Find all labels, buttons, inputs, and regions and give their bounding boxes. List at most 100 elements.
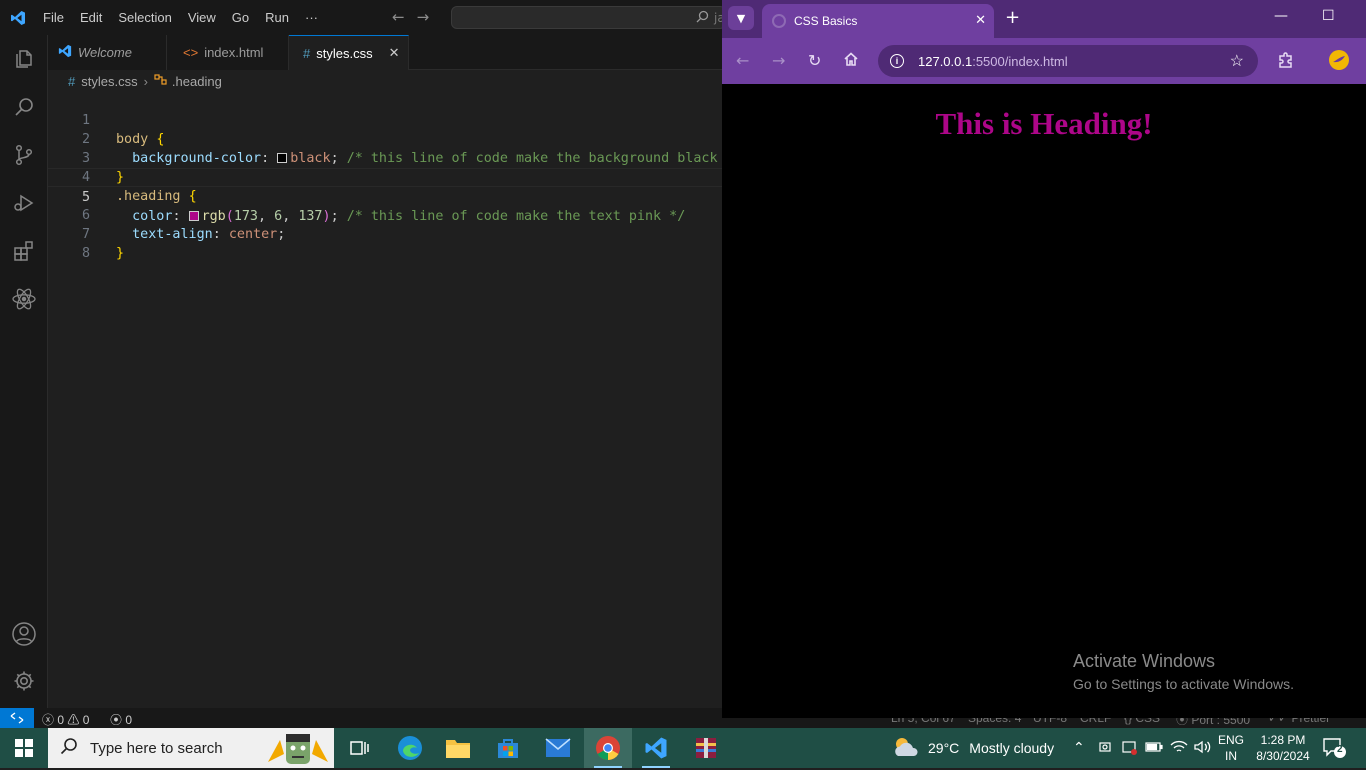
address-bar[interactable]: i 127.0.0.1:5500/index.html ☆ [878,45,1258,77]
search-icon[interactable] [0,83,48,131]
react-icon[interactable] [0,275,48,323]
extensions-puzzle-icon[interactable] [1277,51,1295,73]
mail-icon[interactable] [534,728,582,768]
chevron-right-icon: › [143,73,148,89]
menu-edit[interactable]: Edit [72,0,110,35]
show-hidden-icons-chevron-up-icon[interactable]: ⌃ [1073,740,1085,756]
vscode-taskbar-icon[interactable] [632,728,680,768]
remote-indicator-icon[interactable] [0,708,34,728]
minimize-icon[interactable]: — [1274,8,1288,24]
microsoft-store-icon[interactable] [484,728,532,768]
back-arrow-icon[interactable]: ← [392,8,405,26]
menu-selection[interactable]: Selection [110,0,179,35]
site-info-icon[interactable]: i [890,54,904,68]
warning-icon: ⚠ [67,713,80,727]
breadcrumb-symbol[interactable]: .heading [172,74,222,89]
forward-arrow-icon[interactable]: → [772,51,785,70]
code-line: 8 [48,225,722,261]
clock[interactable]: 1:28 PM 8/30/2024 [1255,732,1311,764]
search-placeholder: Type here to search [90,739,223,757]
forward-arrow-icon[interactable]: → [417,8,430,26]
edge-browser-icon[interactable] [386,728,434,768]
nav-arrows: ← → [392,8,429,26]
code-line: 2 background-color: black; /* this line … [48,111,742,166]
menu-file[interactable]: File [35,0,72,35]
antivirus-tray-icon[interactable] [1121,740,1139,760]
warning-count: 0 [82,713,90,727]
close-icon[interactable]: ✕ [389,45,400,61]
winrar-icon[interactable] [682,728,730,768]
menu-view[interactable]: View [180,0,224,35]
ports-indicator[interactable]: ⦿ 0 [110,711,132,728]
css-file-icon: # [303,45,311,61]
partly-cloudy-icon [892,736,920,761]
code-line: 7 } [48,206,722,261]
source-control-icon[interactable] [0,131,48,179]
breadcrumb: # styles.css › .heading [48,70,722,92]
code-line: 1 body { [48,92,722,147]
chrome-browser-icon[interactable] [584,728,632,768]
error-count: 0 [57,713,65,727]
home-icon[interactable] [843,51,859,71]
windows-start-icon[interactable] [0,728,48,768]
back-arrow-icon[interactable]: ← [736,51,749,70]
tab-label: styles.css [316,45,373,61]
notification-count: 2 [1337,744,1343,755]
ports-count: 0 [125,713,133,727]
wifi-icon[interactable] [1170,740,1188,758]
tab-search-chevron-down-icon[interactable]: ▼ [728,6,754,30]
weather-text: Mostly cloudy [969,740,1055,756]
brace: } [116,246,125,261]
extensions-icon[interactable] [0,227,48,275]
code-line: 6 text-align: center; [48,187,722,242]
problems-indicator[interactable]: ⓧ 0 ⚠ 0 [42,711,89,728]
battery-icon[interactable] [1145,740,1163,758]
tab-index-html[interactable]: <> index.html [167,35,289,70]
tab-welcome[interactable]: Welcome [48,35,167,70]
symbol-class-icon [154,73,168,89]
task-view-icon[interactable] [336,728,384,768]
bookmark-star-icon[interactable]: ☆ [1230,51,1244,71]
notifications-icon[interactable]: 2 [1322,737,1346,763]
file-explorer-icon[interactable] [434,728,482,768]
broadcast-icon: ⦿ [110,713,123,727]
html-file-icon: <> [183,45,199,60]
volume-icon[interactable] [1193,740,1211,758]
profile-avatar[interactable] [1328,49,1350,75]
menu-run[interactable]: Run [257,0,297,35]
tab-label: index.html [204,45,264,60]
vscode-titlebar: File Edit Selection View Go Run ··· ← → … [0,0,726,35]
watermark-title: Activate Windows [1073,651,1216,671]
close-icon[interactable]: ✕ [975,12,986,28]
temperature: 29°C [928,740,960,756]
breadcrumb-file[interactable]: styles.css [81,74,137,89]
menu-more[interactable]: ··· [297,0,326,35]
taskbar-search-box[interactable]: Type here to search [48,728,334,768]
explorer-icon[interactable] [0,35,48,83]
account-icon[interactable] [0,610,48,658]
vscode-window: File Edit Selection View Go Run ··· ← → … [0,0,742,708]
code-line: 4 .heading { [48,149,722,204]
maximize-icon[interactable]: ☐ [1322,8,1335,24]
reload-icon[interactable]: ↻ [808,51,821,70]
browser-tab-active[interactable]: CSS Basics ✕ [762,4,994,38]
run-debug-icon[interactable] [0,179,48,227]
code-editor[interactable]: 1 body { 2 background-color: black; /* t… [48,92,742,688]
css-file-icon: # [68,73,76,89]
weather-widget[interactable]: 29°C Mostly cloudy [892,728,1054,768]
menu-go[interactable]: Go [224,0,257,35]
language-indicator[interactable]: ENG IN [1218,732,1244,764]
vscode-logo-icon[interactable] [0,0,35,35]
page-heading: This is Heading! [935,106,1153,141]
tab-styles-css[interactable]: # styles.css ✕ [289,35,409,70]
settings-gear-icon[interactable] [0,657,48,705]
browser-toolbar: ← → ↻ i 127.0.0.1:5500/index.html ☆ [722,38,1366,84]
clock-date: 8/30/2024 [1256,749,1310,763]
search-icon [60,737,78,759]
meet-now-icon[interactable] [1098,740,1112,758]
line-number: 8 [81,246,90,261]
new-tab-plus-icon[interactable]: + [1005,7,1020,28]
editor-tabs: Welcome <> index.html # styles.css ✕ [48,35,722,70]
error-icon: ⓧ [42,713,55,727]
command-center-search[interactable]: ja [451,6,726,29]
